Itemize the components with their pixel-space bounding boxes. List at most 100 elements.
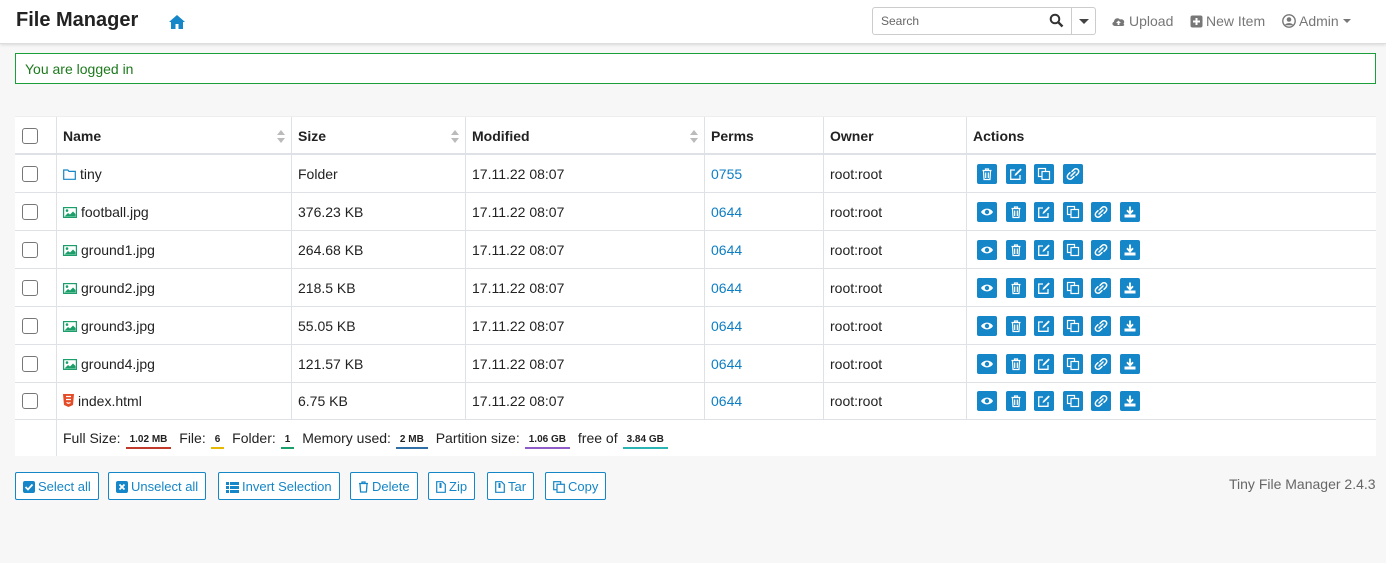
file-perms-link[interactable]: 0644 xyxy=(711,204,742,220)
file-name-cell[interactable]: ground3.jpg xyxy=(57,306,292,344)
file-perms-link[interactable]: 0755 xyxy=(711,166,742,182)
file-perms-link[interactable]: 0644 xyxy=(711,280,742,296)
invert-selection-button[interactable]: Invert Selection xyxy=(218,472,340,500)
direct-link-button[interactable] xyxy=(1091,277,1111,298)
file-perms-link[interactable]: 0644 xyxy=(711,318,742,334)
delete-file-button[interactable] xyxy=(1005,201,1026,222)
file-name-cell[interactable]: ground2.jpg xyxy=(57,268,292,306)
trash-icon xyxy=(1011,319,1020,332)
copy-button[interactable]: Copy xyxy=(545,472,607,500)
download-icon xyxy=(1124,395,1135,407)
file-name[interactable]: index.html xyxy=(78,393,142,409)
copy-file-button[interactable] xyxy=(1062,277,1083,298)
row-checkbox[interactable] xyxy=(22,279,38,296)
delete-file-button[interactable] xyxy=(1005,239,1026,260)
new-item-link[interactable]: New Item xyxy=(1190,13,1265,29)
modified-column-header[interactable]: Modified xyxy=(466,117,705,153)
copy-file-button[interactable] xyxy=(1062,391,1083,412)
file-modified: 17.11.22 08:07 xyxy=(466,155,705,192)
file-name[interactable]: tiny xyxy=(80,166,102,182)
file-name-cell[interactable]: ground1.jpg xyxy=(57,230,292,268)
copy-file-button[interactable] xyxy=(1034,164,1054,184)
file-perms-link[interactable]: 0644 xyxy=(711,242,742,258)
direct-link-button[interactable] xyxy=(1091,353,1111,374)
select-all-button[interactable]: Select all xyxy=(15,472,99,500)
search-options-dropdown[interactable] xyxy=(1071,8,1095,34)
name-column-header[interactable]: Name xyxy=(57,117,292,153)
delete-file-button[interactable] xyxy=(1005,353,1026,374)
file-table: Name Size Modified Perms Owner Actions t… xyxy=(15,116,1376,456)
delete-file-button[interactable] xyxy=(977,164,997,184)
upload-link[interactable]: Upload xyxy=(1111,13,1173,29)
copy-file-button[interactable] xyxy=(1062,315,1083,336)
view-button[interactable] xyxy=(977,201,997,222)
unselect-all-button[interactable]: Unselect all xyxy=(108,472,207,500)
delete-file-button[interactable] xyxy=(1005,391,1026,412)
search-button[interactable] xyxy=(1043,8,1071,34)
search-input[interactable] xyxy=(873,8,1043,34)
file-perms-cell: 0644 xyxy=(705,230,824,268)
delete-file-button[interactable] xyxy=(1005,277,1026,298)
rename-button[interactable] xyxy=(1034,277,1054,298)
direct-link-button[interactable] xyxy=(1062,164,1083,184)
trash-icon xyxy=(1011,244,1020,256)
file-name-cell[interactable]: tiny xyxy=(57,155,292,192)
file-name-cell[interactable]: football.jpg xyxy=(57,192,292,230)
rename-button[interactable] xyxy=(1034,201,1054,222)
row-checkbox[interactable] xyxy=(22,355,38,372)
rename-button[interactable] xyxy=(1034,239,1054,260)
direct-link-button[interactable] xyxy=(1091,201,1111,222)
file-modified: 17.11.22 08:07 xyxy=(466,344,705,382)
download-button[interactable] xyxy=(1119,391,1140,412)
copy-file-button[interactable] xyxy=(1062,239,1083,260)
file-actions xyxy=(967,382,1376,419)
file-name[interactable]: football.jpg xyxy=(81,204,149,220)
table-row: ground1.jpg 264.68 KB 17.11.22 08:07 0644 ro… xyxy=(15,230,1376,269)
rename-button[interactable] xyxy=(1034,391,1054,412)
size-column-header[interactable]: Size xyxy=(292,117,466,153)
download-button[interactable] xyxy=(1119,353,1140,374)
app-title[interactable]: File Manager xyxy=(16,9,138,32)
view-button[interactable] xyxy=(977,391,997,412)
view-button[interactable] xyxy=(977,315,997,336)
row-checkbox[interactable] xyxy=(22,166,38,182)
rename-button[interactable] xyxy=(1034,315,1054,336)
view-button[interactable] xyxy=(977,239,997,260)
download-button[interactable] xyxy=(1119,277,1140,298)
file-name-cell[interactable]: ground4.jpg xyxy=(57,344,292,382)
row-select-cell xyxy=(15,230,57,268)
file-owner: root:root xyxy=(824,382,967,420)
file-name-cell[interactable]: index.html xyxy=(57,382,292,420)
row-checkbox[interactable] xyxy=(22,203,38,220)
delete-button[interactable]: Delete xyxy=(350,472,418,500)
direct-link-button[interactable] xyxy=(1091,315,1111,336)
view-button[interactable] xyxy=(977,353,997,374)
select-all-checkbox[interactable] xyxy=(22,128,38,144)
row-checkbox[interactable] xyxy=(22,241,38,258)
copy-file-button[interactable] xyxy=(1062,201,1083,222)
direct-link-button[interactable] xyxy=(1091,391,1111,412)
file-name[interactable]: ground2.jpg xyxy=(81,280,155,296)
rename-button[interactable] xyxy=(1034,353,1054,374)
file-perms-link[interactable]: 0644 xyxy=(711,393,742,409)
row-checkbox[interactable] xyxy=(22,317,38,334)
home-icon[interactable] xyxy=(168,13,186,31)
zip-button[interactable]: Zip xyxy=(428,472,476,500)
view-button[interactable] xyxy=(977,277,997,298)
file-name[interactable]: ground3.jpg xyxy=(81,318,155,334)
row-checkbox[interactable] xyxy=(22,393,38,410)
copy-file-button[interactable] xyxy=(1062,353,1083,374)
delete-file-button[interactable] xyxy=(1005,315,1026,336)
file-name[interactable]: ground1.jpg xyxy=(81,242,155,258)
download-button[interactable] xyxy=(1119,239,1140,260)
download-button[interactable] xyxy=(1119,201,1140,222)
rename-button[interactable] xyxy=(1005,164,1026,184)
file-name[interactable]: ground4.jpg xyxy=(81,356,155,372)
tar-button[interactable]: Tar xyxy=(487,472,535,500)
direct-link-button[interactable] xyxy=(1091,239,1111,260)
file-size: 218.5 KB xyxy=(292,268,466,306)
admin-menu[interactable]: Admin xyxy=(1282,13,1351,29)
file-perms-link[interactable]: 0644 xyxy=(711,356,742,372)
download-button[interactable] xyxy=(1119,315,1140,336)
table-row: index.html 6.75 KB 17.11.22 08:07 0644 root:… xyxy=(15,382,1376,421)
